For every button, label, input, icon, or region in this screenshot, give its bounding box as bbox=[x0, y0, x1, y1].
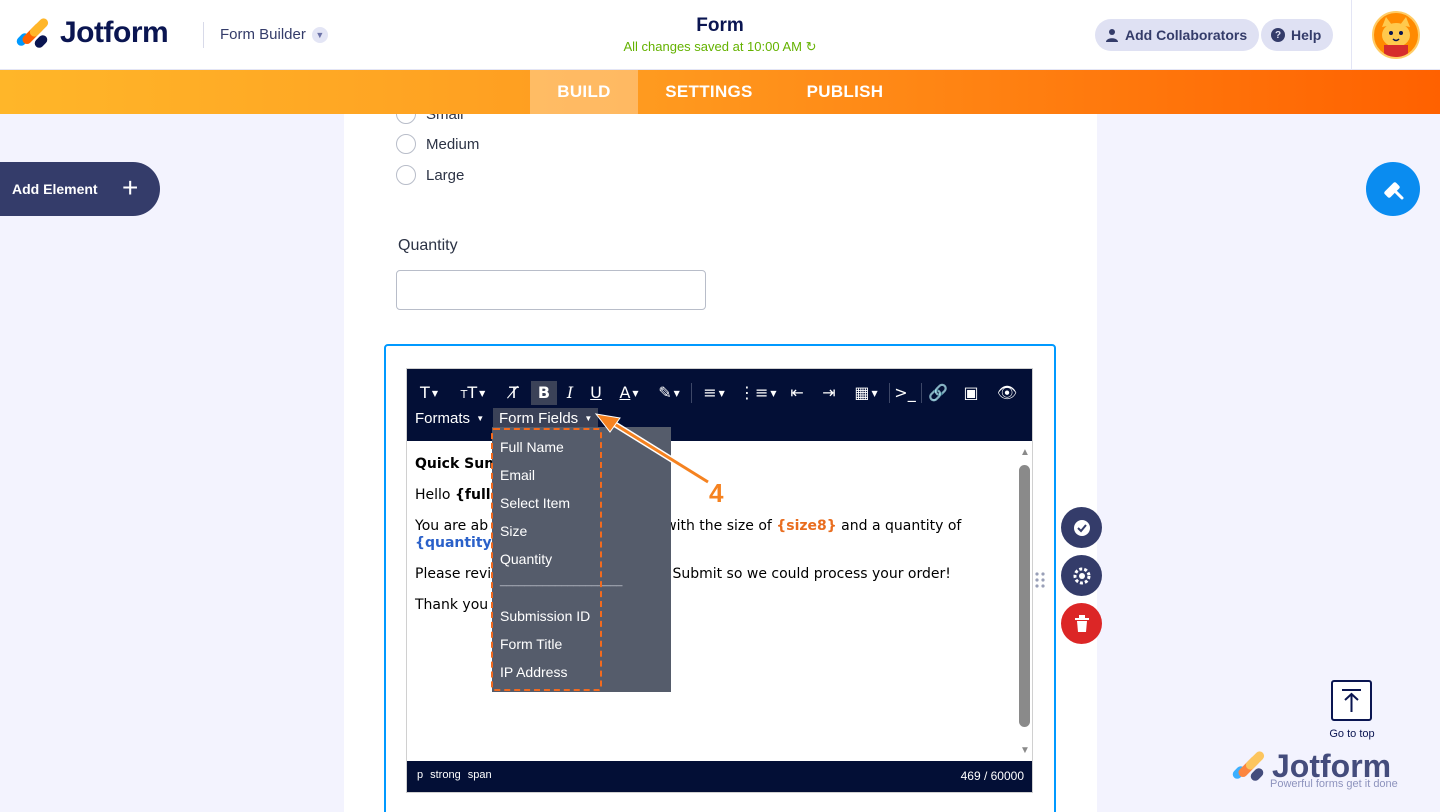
path-item[interactable]: strong bbox=[430, 769, 461, 781]
radio-option-medium[interactable]: Medium bbox=[396, 134, 479, 154]
save-status-text: All changes saved at 10:00 AM bbox=[623, 39, 802, 54]
table-icon[interactable]: ▦ ▼ bbox=[849, 381, 883, 405]
path-item[interactable]: span bbox=[468, 769, 492, 781]
tab-publish[interactable]: PUBLISH bbox=[786, 70, 904, 114]
element-path: p strong span bbox=[417, 769, 492, 781]
form-designer-button[interactable] bbox=[1366, 162, 1420, 216]
help-label: Help bbox=[1291, 27, 1322, 43]
editor-statusbar: p strong span 469 / 60000 bbox=[407, 761, 1032, 792]
code-icon[interactable]: >_ bbox=[893, 381, 917, 405]
bold-icon[interactable]: B bbox=[531, 381, 557, 405]
top-header: Jotform Form Builder ▼ Form All changes … bbox=[0, 0, 1440, 70]
header-divider-right bbox=[1351, 0, 1352, 70]
user-icon bbox=[1106, 29, 1118, 42]
toolbar-separator bbox=[691, 383, 692, 403]
watermark-tagline: Powerful forms get it done bbox=[1270, 778, 1398, 790]
character-count: 469 / 60000 bbox=[960, 769, 1024, 783]
tab-settings[interactable]: SETTINGS bbox=[646, 70, 772, 114]
quantity-label: Quantity bbox=[398, 237, 458, 254]
align-icon[interactable]: ≡ ▼ bbox=[697, 381, 731, 405]
check-circle-icon bbox=[1073, 519, 1090, 536]
list-icon[interactable]: ⋮≡ ▼ bbox=[739, 381, 777, 405]
preview-eye-icon[interactable]: 👁 bbox=[993, 381, 1021, 405]
radio-label: Medium bbox=[426, 135, 480, 153]
help-button[interactable]: ? Help bbox=[1261, 19, 1334, 51]
text-color-icon[interactable]: A ▼ bbox=[615, 381, 643, 405]
annotation-step-number: 4 bbox=[709, 478, 724, 508]
underline-icon[interactable]: U bbox=[585, 381, 607, 405]
size-tag: {size8} bbox=[776, 518, 837, 534]
plus-icon: + bbox=[122, 172, 139, 203]
content-line-hello: Hello {full bbox=[415, 487, 491, 503]
avatar-cat-icon bbox=[1382, 17, 1410, 57]
form-fields-label: Form Fields bbox=[499, 410, 579, 427]
add-element-label: Add Element bbox=[12, 181, 98, 197]
add-collaborators-label: Add Collaborators bbox=[1125, 27, 1248, 43]
annotation-highlight-box bbox=[491, 428, 602, 691]
toolbar-separator bbox=[921, 383, 922, 403]
annotation-arrow-icon bbox=[594, 413, 710, 485]
drag-handle-icon[interactable] bbox=[1035, 571, 1045, 589]
path-item[interactable]: p bbox=[417, 769, 423, 781]
add-element-button[interactable]: Add Element + bbox=[0, 162, 160, 216]
content-line-thanks: Thank you bbox=[415, 597, 489, 613]
scroll-down-icon[interactable]: ▼ bbox=[1018, 745, 1032, 756]
question-icon: ? bbox=[1271, 28, 1285, 42]
formats-label: Formats bbox=[415, 410, 471, 427]
watermark-logo-icon bbox=[1230, 749, 1266, 783]
trash-icon bbox=[1074, 614, 1089, 632]
go-to-top-label: Go to top bbox=[1329, 728, 1375, 740]
highlight-color-icon[interactable]: ✎ ▼ bbox=[653, 381, 685, 405]
outdent-icon[interactable]: ⇤ bbox=[785, 381, 809, 405]
tab-build[interactable]: BUILD bbox=[530, 70, 638, 114]
radio-button[interactable] bbox=[396, 134, 416, 154]
builder-nav: BUILD SETTINGS PUBLISH bbox=[0, 70, 1440, 114]
go-to-top-button[interactable] bbox=[1331, 680, 1372, 721]
radio-button[interactable] bbox=[396, 165, 416, 185]
scrollbar-thumb[interactable] bbox=[1019, 465, 1030, 727]
indent-icon[interactable]: ⇥ bbox=[817, 381, 841, 405]
confirm-check-button[interactable] bbox=[1061, 507, 1102, 548]
font-family-icon[interactable]: T ▼ bbox=[415, 381, 443, 405]
image-icon[interactable]: ▣ bbox=[959, 381, 983, 405]
delete-button[interactable] bbox=[1061, 603, 1102, 644]
arrow-up-icon bbox=[1342, 689, 1361, 712]
refresh-icon: ↻ bbox=[805, 39, 817, 54]
toolbar-separator bbox=[889, 383, 890, 403]
quantity-input[interactable] bbox=[396, 270, 706, 310]
scroll-up-icon[interactable]: ▲ bbox=[1018, 447, 1032, 458]
radio-label: Large bbox=[426, 166, 465, 184]
paint-roller-icon bbox=[1384, 182, 1404, 200]
add-collaborators-button[interactable]: Add Collaborators bbox=[1095, 19, 1260, 51]
font-size-icon[interactable]: TT ▼ bbox=[455, 381, 491, 405]
quantity-tag: {quantity bbox=[415, 535, 492, 551]
avatar[interactable] bbox=[1372, 11, 1420, 59]
fullname-tag: {full bbox=[454, 487, 491, 503]
gear-icon bbox=[1073, 567, 1090, 584]
content-heading: Quick Sum bbox=[415, 456, 499, 472]
caret-down-icon: ▼ bbox=[476, 414, 485, 424]
italic-icon[interactable]: I bbox=[559, 381, 581, 405]
formats-menu[interactable]: Formats ▼ bbox=[415, 408, 484, 430]
clear-format-icon[interactable]: T̸ bbox=[503, 381, 525, 405]
radio-option-large[interactable]: Large bbox=[396, 165, 464, 185]
link-icon[interactable]: 🔗 bbox=[927, 381, 949, 405]
properties-button[interactable] bbox=[1061, 555, 1102, 596]
